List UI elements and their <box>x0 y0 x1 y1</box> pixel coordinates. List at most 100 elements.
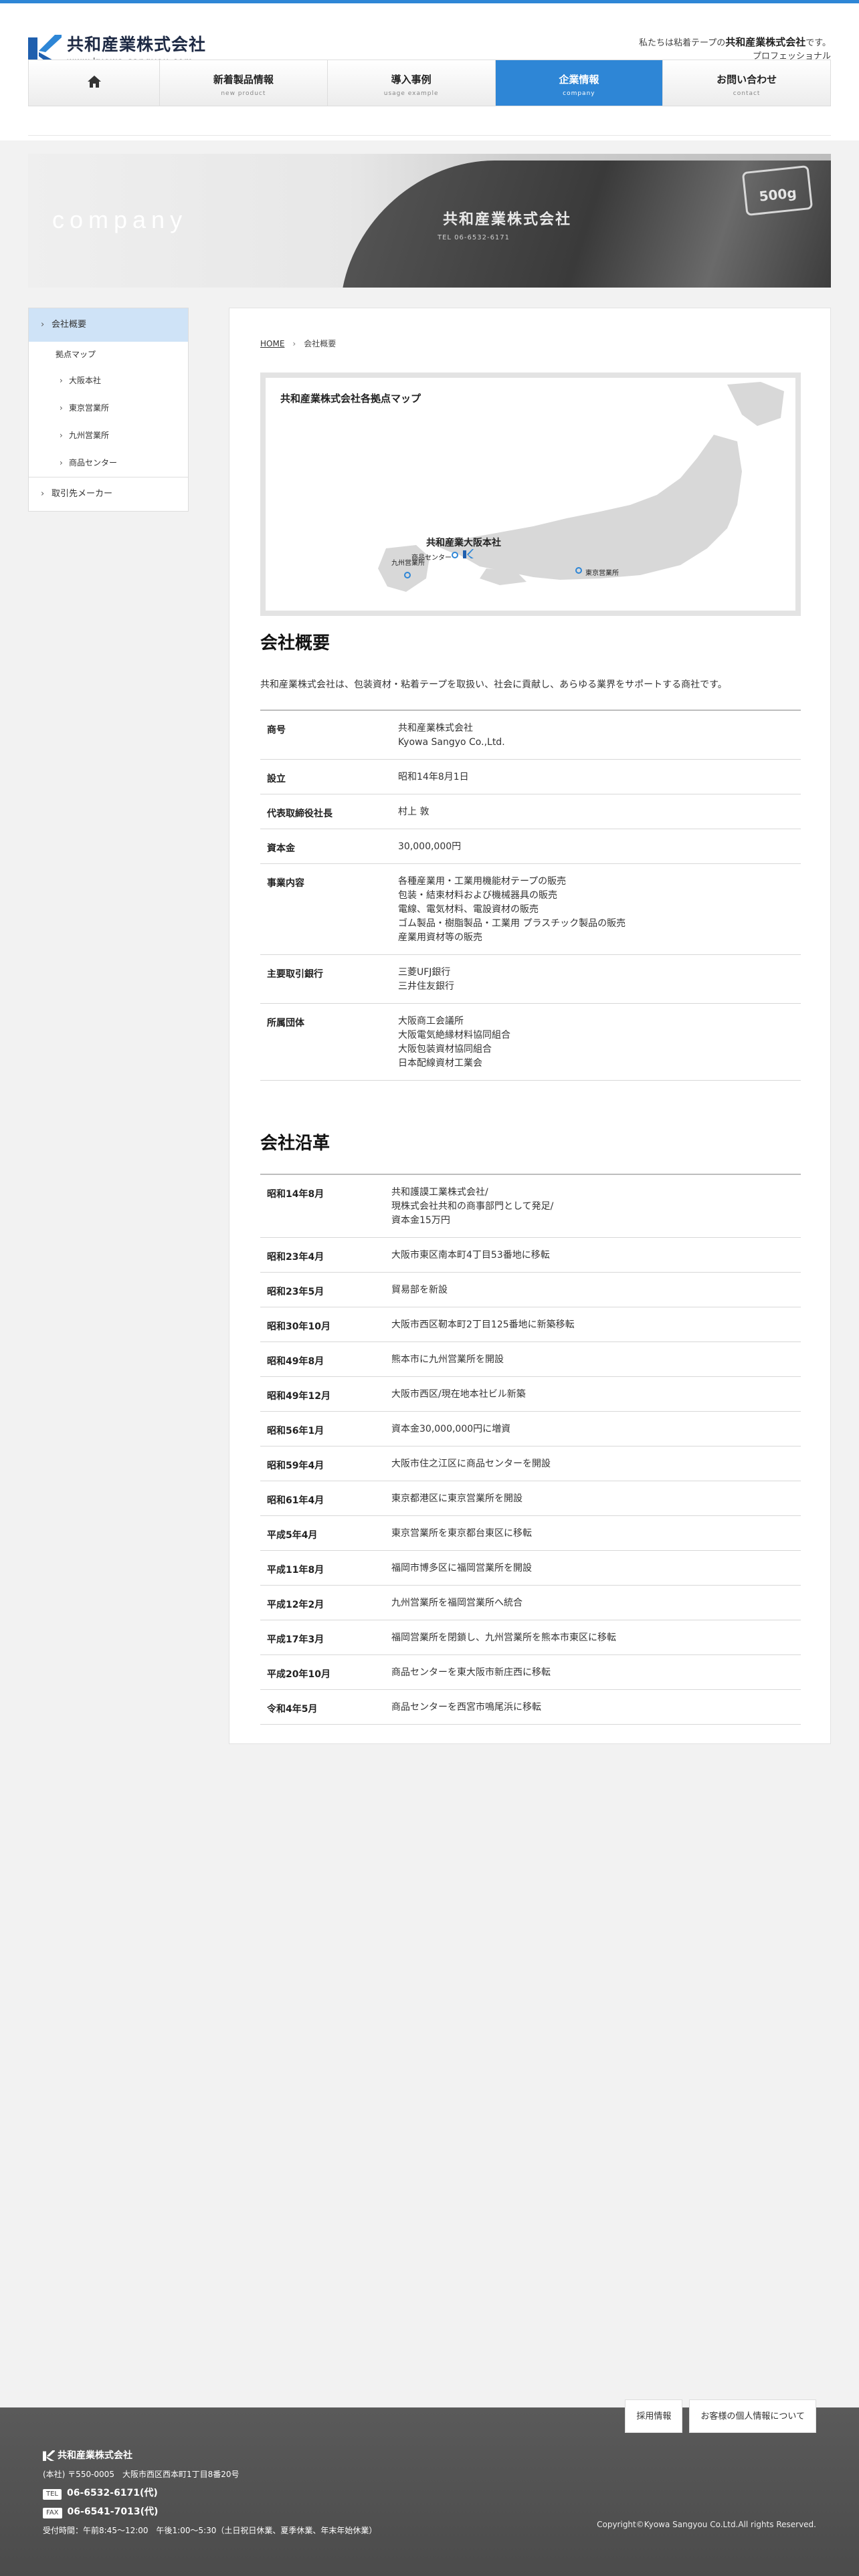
breadcrumb: HOME › 会社概要 <box>260 338 336 349</box>
row-value-line: 30,000,000円 <box>398 841 462 852</box>
fax-tag: FAX <box>43 2508 62 2518</box>
home-icon <box>87 76 101 88</box>
row-value-line: 大阪電気絶縁材料協同組合 <box>398 1030 510 1041</box>
row-value-line: 日本配線資材工業会 <box>398 1058 482 1069</box>
nav-company[interactable]: 企業情報 company <box>495 60 664 106</box>
row-value-line: 三井住友銀行 <box>398 981 454 992</box>
table-row: 昭和23年5月 貿易部を新設 <box>260 1273 801 1307</box>
row-label: 平成11年8月 <box>267 1565 324 1576</box>
sidebar-item-makers[interactable]: 取引先メーカー <box>29 477 188 511</box>
map-title: 共和産業株式会社各拠点マップ <box>280 393 421 405</box>
row-label: 設立 <box>267 774 286 784</box>
table-row: 代表取締役社長 村上 敦 <box>260 794 801 829</box>
copyright: Copyright©Kyowa Sangyou Co.Ltd.All right… <box>597 2520 816 2529</box>
tape-small-text: TEL 06-6532-6171 <box>438 234 510 241</box>
sidebar-sub-kyushu[interactable]: 九州営業所 <box>29 422 188 449</box>
row-value-line: 資本金15万円 <box>391 1215 450 1226</box>
row-value-line: 貿易部を新設 <box>391 1285 448 1295</box>
sidebar-subhead-map[interactable]: 拠点マップ <box>29 342 188 367</box>
breadcrumb-home[interactable]: HOME <box>260 339 284 348</box>
table-row: 令和4年5月 商品センターを西宮市鳴尾浜に移転 <box>260 1690 801 1725</box>
row-value-line: 大阪市西区靭本町2丁目125番地に新築移転 <box>391 1319 575 1330</box>
overview-heading: 会社概要 <box>260 633 330 653</box>
recruit-button[interactable]: 採用情報 <box>625 2399 683 2433</box>
hero-title: company <box>52 206 188 233</box>
table-row: 昭和59年4月 大阪市住之江区に商品センターを開設 <box>260 1446 801 1481</box>
tagline-suffix: です。 <box>805 38 831 48</box>
site-header: 共和産業株式会社 www.kyowa-sangyou.com 私たちは粘着テープ… <box>0 3 859 140</box>
row-label: 昭和56年1月 <box>267 1426 324 1436</box>
row-value-line: 大阪市東区南本町4丁目53番地に移転 <box>391 1250 550 1261</box>
sidebar-sub-tokyo[interactable]: 東京営業所 <box>29 395 188 422</box>
tape-label: 共和産業株式会社 <box>443 211 572 228</box>
row-value-line: 包装・結束材料および機械器具の販売 <box>398 890 557 901</box>
row-label: 昭和49年12月 <box>267 1391 330 1402</box>
sidebar-sub-center[interactable]: 商品センター <box>29 449 188 477</box>
site-footer: 採用情報 お客様の個人情報について 共和産業株式会社 (本社) 〒550-000… <box>0 2399 859 2576</box>
row-value: 30,000,000円 <box>398 829 801 864</box>
footer-company-name: 共和産業株式会社 <box>58 2450 132 2461</box>
table-row: 事業内容 各種産業用・工業用機能材テープの販売 包装・結束材料および機械器具の販売電… <box>260 864 801 955</box>
row-label: 主要取引銀行 <box>267 969 323 980</box>
nav-new-product[interactable]: 新着製品情報 new product <box>160 60 328 106</box>
nav-label: 企業情報 <box>559 74 599 86</box>
row-value: 大阪市西区靭本町2丁目125番地に新築移転 <box>391 1307 801 1342</box>
history-heading: 会社沿革 <box>260 1134 330 1154</box>
company-name: 共和産業株式会社 <box>67 35 207 54</box>
footer-hours: 受付時間：午前8:45～12:00 午後1:00～5:30（土日祝日休業、夏季休… <box>43 2526 377 2535</box>
sidebar: 会社概要 拠点マップ 大阪本社 東京営業所 九州営業所 商品センター 取引先メー… <box>28 308 189 512</box>
row-value: 大阪市住之江区に商品センターを開設 <box>391 1446 801 1481</box>
nav-label: 導入事例 <box>391 74 432 86</box>
table-row: 主要取引銀行 三菱UFJ銀行 三井住友銀行 <box>260 955 801 1004</box>
table-row: 昭和30年10月 大阪市西区靭本町2丁目125番地に新築移転 <box>260 1307 801 1342</box>
row-value: 商品センターを東大阪市新庄西に移転 <box>391 1655 801 1690</box>
row-label: 昭和30年10月 <box>267 1321 330 1332</box>
nav-usage-example[interactable]: 導入事例 usage example <box>328 60 496 106</box>
row-value-line: 村上 敦 <box>398 807 430 817</box>
overview-intro: 共和産業株式会社は、包装資材・粘着テープを取扱い、社会に貢献し、あらゆる業界をサ… <box>260 679 727 690</box>
tel-tag: TEL <box>43 2489 62 2500</box>
row-label: 昭和23年5月 <box>267 1287 324 1297</box>
footer-logo-icon <box>43 2450 55 2461</box>
table-row: 設立 昭和14年8月1日 <box>260 760 801 794</box>
table-row: 平成17年3月 福岡営業所を閉鎖し、九州営業所を熊本市東区に移転 <box>260 1620 801 1655</box>
nav-home[interactable] <box>29 60 160 106</box>
nav-contact[interactable]: お問い合わせ contact <box>663 60 830 106</box>
map-label-kyushu: 九州営業所 <box>391 560 425 567</box>
japan-map-image <box>378 382 784 592</box>
history-table: 昭和14年8月 共和護謨工業株式会社/現株式会社共和の商事部門として発足/資本金1… <box>260 1174 801 1725</box>
tape-badge: 500g <box>741 165 814 217</box>
nav-sub: new product <box>221 90 266 97</box>
row-label: 平成20年10月 <box>267 1669 330 1680</box>
row-value-line: 九州営業所を福岡営業所へ統合 <box>391 1598 522 1608</box>
nav-sub: usage example <box>383 90 439 97</box>
nav-label: 新着製品情報 <box>213 74 274 86</box>
footer-tel-row: TEL 06-6532-6171(代) <box>43 2484 377 2502</box>
row-value: 三菱UFJ銀行 三井住友銀行 <box>398 955 801 1004</box>
row-value: 昭和14年8月1日 <box>398 760 801 794</box>
footer-info: 共和産業株式会社 (本社) 〒550-0005 大阪市西区西本町1丁目8番20号… <box>43 2446 377 2540</box>
map-label-tokyo: 東京営業所 <box>585 570 619 577</box>
row-value-line: 福岡営業所を閉鎖し、九州営業所を熊本市東区に移転 <box>391 1632 616 1643</box>
overview-table: 商号 共和産業株式会社 Kyowa Sangyo Co.,Ltd. 設立 昭和14年8月… <box>260 710 801 1081</box>
row-value: 大阪市東区南本町4丁目53番地に移転 <box>391 1238 801 1273</box>
table-row: 商号 共和産業株式会社 Kyowa Sangyo Co.,Ltd. <box>260 710 801 760</box>
row-value-line: 現株式会社共和の商事部門として発足/ <box>391 1201 554 1212</box>
sidebar-item-overview[interactable]: 会社概要 <box>29 308 188 342</box>
row-label: 昭和49年8月 <box>267 1356 324 1367</box>
sidebar-sub-osaka[interactable]: 大阪本社 <box>29 367 188 395</box>
table-row: 平成12年2月 九州営業所を福岡営業所へ統合 <box>260 1586 801 1620</box>
row-value: 貿易部を新設 <box>391 1273 801 1307</box>
row-label: 平成5年4月 <box>267 1530 318 1541</box>
nav-sub: company <box>563 90 595 97</box>
privacy-button[interactable]: お客様の個人情報について <box>689 2399 816 2433</box>
row-label: 昭和23年4月 <box>267 1252 324 1263</box>
row-value-line: 福岡市博多区に福岡営業所を開設 <box>391 1563 532 1574</box>
row-value-line: 産業用資材等の販売 <box>398 932 482 943</box>
row-label: 平成17年3月 <box>267 1634 324 1645</box>
footer-address: (本社) 〒550-0005 大阪市西区西本町1丁目8番20号 <box>43 2470 240 2479</box>
header-divider <box>28 135 831 136</box>
nav-label: お問い合わせ <box>717 74 777 86</box>
row-value: 各種産業用・工業用機能材テープの販売 包装・結束材料および機械器具の販売 電線、電気… <box>398 864 801 955</box>
tel-number[interactable]: 06-6532-6171(代) <box>67 2488 158 2498</box>
